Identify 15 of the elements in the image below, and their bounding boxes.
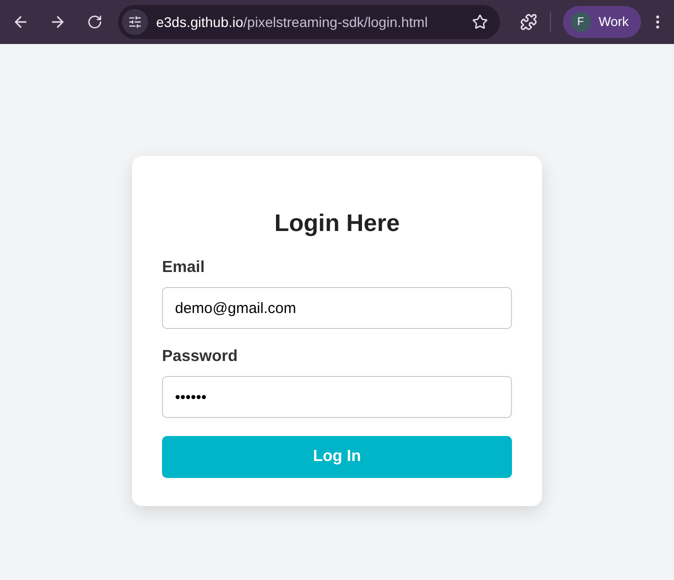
profile-label: Work [598, 13, 629, 32]
extensions-icon[interactable] [520, 13, 538, 31]
profile-avatar: F [570, 12, 591, 32]
email-field[interactable]: demo@gmail.com [162, 287, 512, 329]
site-settings-icon[interactable] [122, 9, 148, 35]
profile-chip[interactable]: F Work [562, 6, 641, 38]
address-bar[interactable]: e3ds.github.io/pixelstreaming-sdk/login.html [118, 5, 500, 39]
field-label: Email [162, 258, 206, 278]
login-title: Login Here [273, 209, 401, 239]
field-label: Password [162, 347, 239, 367]
password-field[interactable]: •••••• [162, 376, 512, 418]
bookmark-star-icon[interactable] [472, 14, 488, 30]
url-text: e3ds.github.io/pixelstreaming-sdk/login.html [156, 12, 429, 32]
back-icon[interactable] [12, 13, 30, 31]
reload-icon[interactable] [86, 14, 102, 30]
